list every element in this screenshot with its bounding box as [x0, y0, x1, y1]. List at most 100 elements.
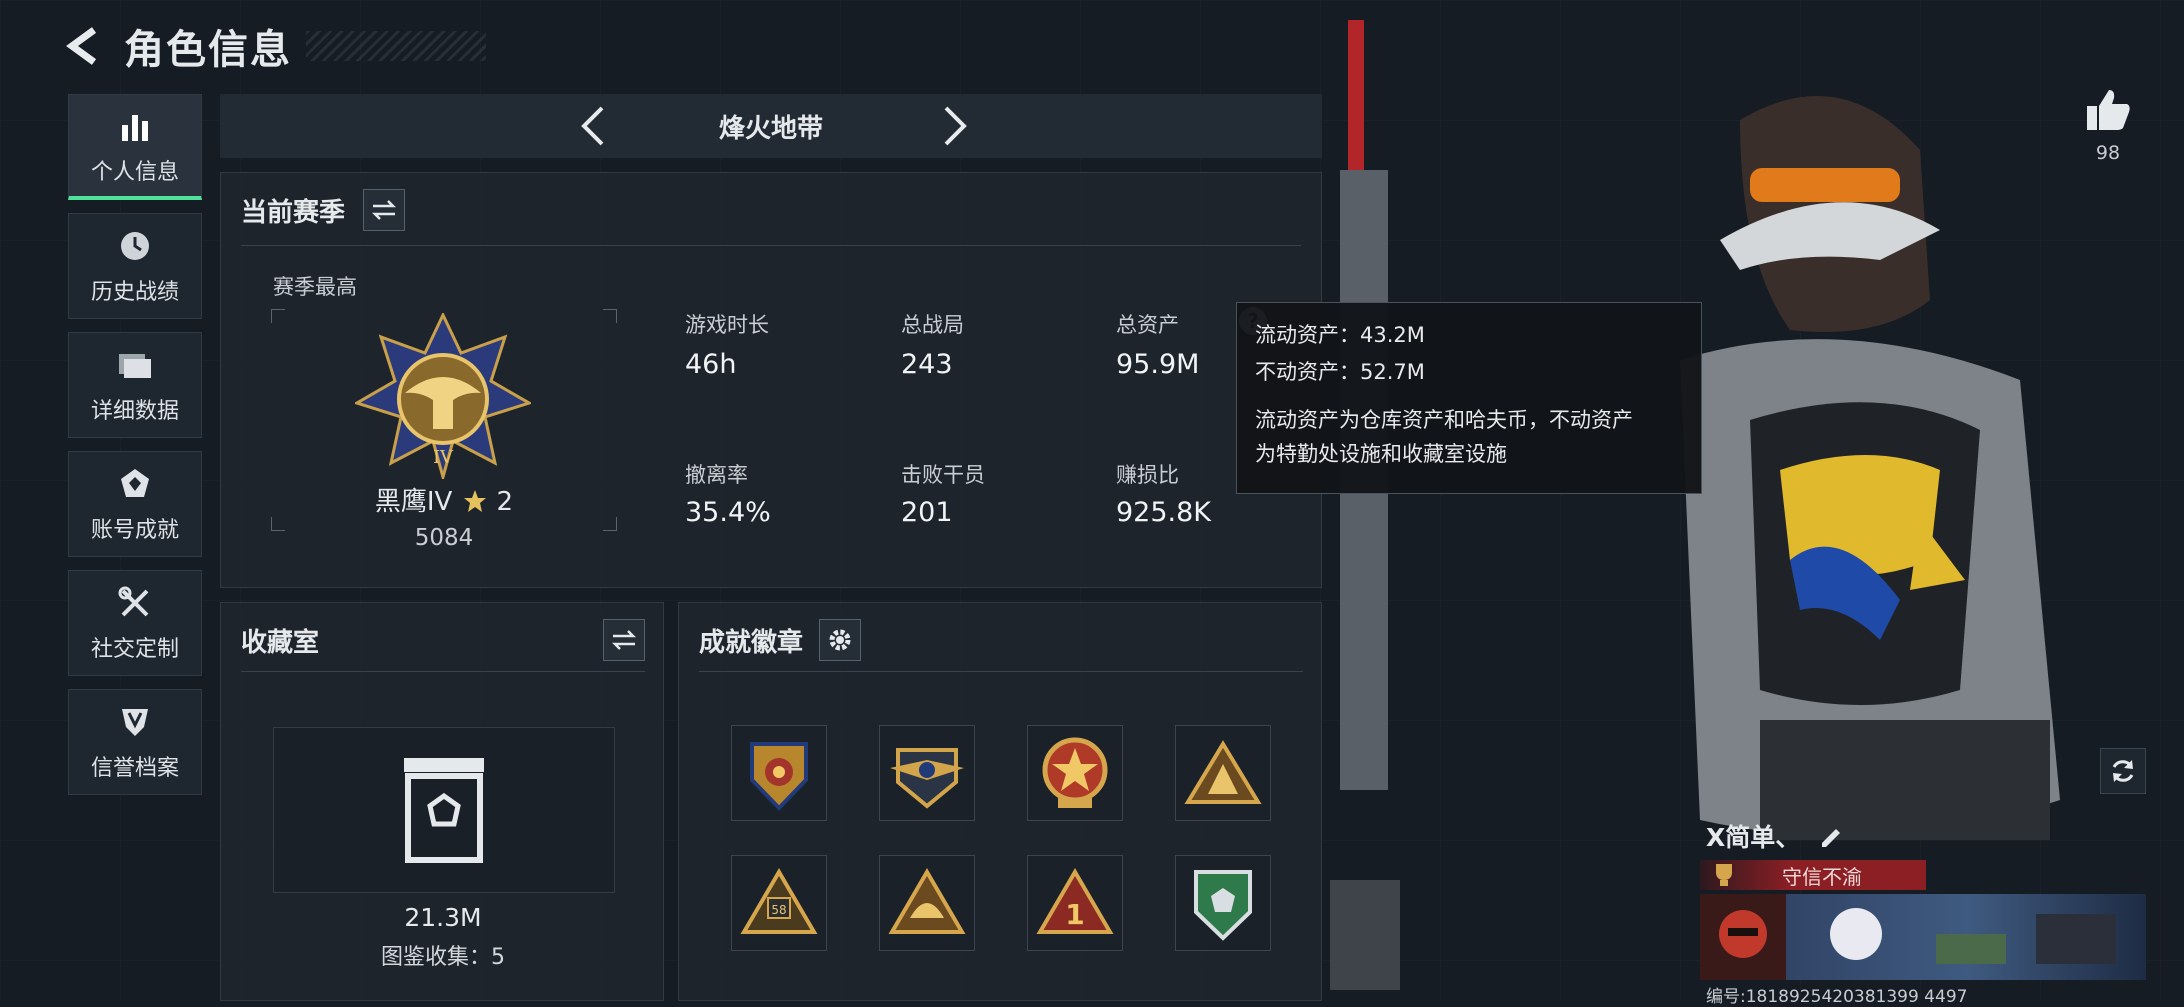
stat-value-playtime: 46h — [685, 349, 737, 380]
badges-panel-header: 成就徽章 — [699, 619, 862, 661]
edit-icon[interactable] — [1818, 823, 1844, 849]
page-title: 角色信息 — [124, 27, 292, 73]
stat-label-extraction-rate: 撤离率 — [685, 463, 748, 487]
player-title-bar: 守信不渝 — [1700, 860, 1926, 890]
player-name-row: X简单、 — [1706, 818, 1844, 854]
tools-icon — [115, 583, 155, 623]
divider — [241, 245, 1301, 246]
svg-text:IV: IV — [433, 447, 454, 468]
badge-settings-button[interactable] — [819, 619, 862, 661]
svg-text:1: 1 — [1065, 898, 1084, 931]
sidebar-item-label: 详细数据 — [90, 399, 179, 424]
like-button[interactable]: 98 — [2084, 88, 2132, 178]
stat-label-playtime: 游戏时长 — [685, 313, 769, 337]
star-icon — [464, 490, 487, 512]
season-best-label: 赛季最高 — [273, 275, 357, 299]
rank-score: 5084 — [414, 525, 474, 551]
trophy-icon — [1716, 864, 1732, 886]
sidebar-item-credit-file[interactable]: 信誉档案 — [68, 689, 202, 795]
swap-icon — [371, 200, 397, 220]
refresh-button[interactable] — [2100, 748, 2146, 794]
divider — [699, 671, 1303, 672]
achievement-icon — [115, 464, 155, 504]
rank-name-row: 黑鹰IV 2 — [271, 481, 617, 518]
character-portrait — [1330, 20, 2060, 990]
sidebar-item-history[interactable]: 历史战绩 — [68, 213, 202, 319]
tri-gold-badge-icon — [1184, 740, 1262, 804]
badge-tri-gold[interactable] — [1175, 725, 1271, 821]
rank-stars: 2 — [496, 487, 514, 517]
sidebar-item-detail-data[interactable]: 详细数据 — [68, 332, 202, 438]
eagle-crest-badge-icon — [750, 742, 808, 811]
player-title: 守信不渝 — [1782, 864, 1862, 889]
badge-wings[interactable] — [879, 725, 975, 821]
badge-helmet[interactable] — [879, 855, 975, 951]
title-decoration — [306, 31, 486, 61]
mode-label: 烽火地带 — [718, 113, 823, 144]
stat-label-profit-loss-ratio: 赚损比 — [1116, 463, 1179, 487]
sidebar-item-label: 账号成就 — [90, 518, 179, 543]
badge-sniper[interactable]: 58 — [731, 855, 827, 951]
stat-label-total-assets: 总资产 — [1116, 313, 1179, 337]
sidebar-item-label: 社交定制 — [90, 637, 179, 662]
stat-label-total-matches: 总战局 — [901, 313, 964, 337]
like-count: 98 — [2095, 142, 2121, 164]
gear-icon — [829, 629, 851, 651]
next-mode-button[interactable] — [932, 104, 976, 148]
collection-preview[interactable] — [273, 727, 615, 893]
refresh-icon — [2112, 760, 2134, 782]
stat-value-profit-loss-ratio: 925.8K — [1116, 497, 1212, 528]
folder-icon — [115, 345, 155, 385]
collection-room-panel: 收藏室 21.3M 图鉴收集：5 — [220, 602, 664, 1001]
tooltip-desc-line-2: 为特勤处设施和收藏室设施 — [1255, 442, 1507, 466]
star-medal-badge-icon — [1042, 737, 1108, 808]
stat-value-total-matches: 243 — [901, 349, 953, 380]
helmet-badge-icon — [888, 868, 966, 934]
badge-star-medal[interactable] — [1027, 725, 1123, 821]
season-title: 当前赛季 — [241, 197, 346, 228]
tooltip-description: 流动资产为仓库资产和哈夫币，不动资产 为特勤处设施和收藏室设施 — [1255, 403, 1683, 471]
achievement-badges-panel: 成就徽章 58 1 — [678, 602, 1322, 1001]
prev-mode-button[interactable] — [572, 104, 616, 148]
badge-number-one[interactable]: 1 — [1027, 855, 1123, 951]
sniper-badge-icon: 58 — [740, 868, 818, 934]
back-button[interactable] — [60, 24, 104, 68]
avatar — [1700, 894, 1786, 980]
number-one-badge-icon: 1 — [1036, 868, 1114, 934]
collection-count: 图鉴收集：5 — [381, 945, 505, 970]
sidebar-item-label: 信誉档案 — [90, 756, 179, 781]
badge-eagle-crest[interactable] — [731, 725, 827, 821]
assets-tooltip: 流动资产：43.2M 不动资产：52.7M 流动资产为仓库资产和哈夫币，不动资产… — [1236, 302, 1702, 494]
rank-emblem-icon: IV — [355, 313, 531, 479]
rank-name: 黑鹰IV — [374, 487, 453, 517]
tooltip-liquid-assets: 流动资产：43.2M — [1255, 323, 1425, 347]
display-case-icon — [404, 758, 484, 863]
sidebar: 个人信息 历史战绩 详细数据 账号成就 社交定制 信誉档案 — [68, 94, 202, 808]
thumbs-up-icon — [2087, 90, 2130, 130]
player-banner[interactable] — [1700, 894, 2146, 980]
season-panel-header: 当前赛季 — [241, 189, 406, 231]
swap-icon — [611, 630, 637, 650]
banner-artwork — [1830, 908, 2116, 964]
back-arrow-icon — [66, 27, 97, 65]
sidebar-item-social-custom[interactable]: 社交定制 — [68, 570, 202, 676]
green-shield-badge-icon — [1194, 870, 1252, 941]
sidebar-item-personal-info[interactable]: 个人信息 — [68, 94, 202, 200]
stat-label-operators-defeated: 击败干员 — [901, 463, 985, 487]
badge-green-shield[interactable] — [1175, 855, 1271, 951]
collection-switch-button[interactable] — [603, 619, 645, 661]
sidebar-item-achievements[interactable]: 账号成就 — [68, 451, 202, 557]
collection-value: 21.3M — [404, 903, 482, 932]
player-id: 编号:1818925420381399 4497 — [1706, 987, 1968, 1007]
mode-selector: 烽火地带 — [220, 94, 1322, 158]
season-switch-button[interactable] — [363, 189, 406, 231]
stat-value-operators-defeated: 201 — [901, 497, 953, 528]
tooltip-fixed-assets: 不动资产：52.7M — [1255, 360, 1425, 384]
divider — [241, 671, 645, 672]
svg-text:58: 58 — [771, 903, 786, 917]
shield-icon — [115, 702, 155, 742]
current-season-panel: 当前赛季 赛季最高 IV 黑鹰IV 2 5084 游戏时长 46h 总战局 24… — [220, 172, 1322, 588]
bar-chart-icon — [115, 106, 155, 146]
tooltip-desc-line-1: 流动资产为仓库资产和哈夫币，不动资产 — [1255, 408, 1633, 432]
stat-value-total-assets: 95.9M — [1116, 349, 1200, 380]
